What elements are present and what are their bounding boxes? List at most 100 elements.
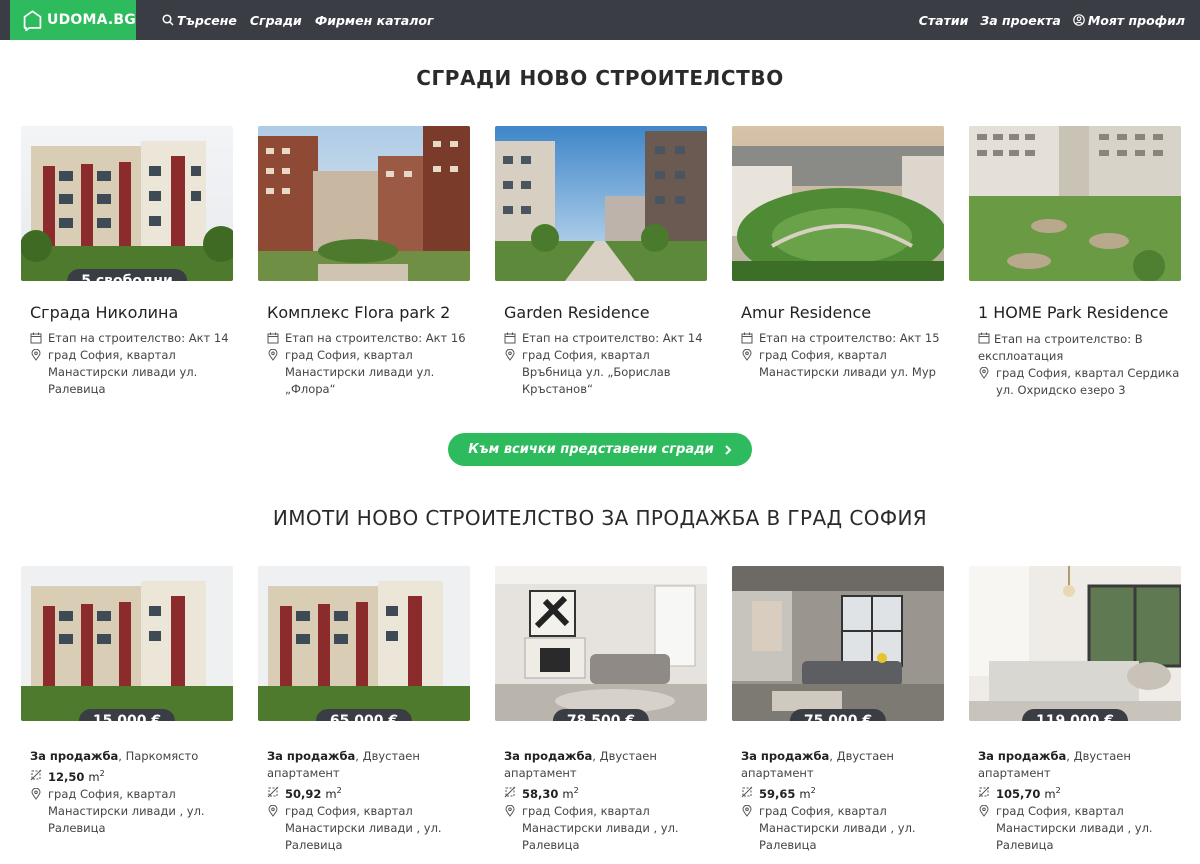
site-logo[interactable]: UDOMA.BG (10, 0, 136, 40)
location-pin-icon (979, 804, 989, 817)
property-card[interactable]: 119 000 € За продажба, Двустаен апартаме… (969, 566, 1181, 854)
listing-type: За продажба, Двустаен апартамент (978, 749, 1131, 780)
all-buildings-label: Към всички представени сгради (468, 442, 714, 457)
construction-stage: Етап на строителство: Акт 16 (267, 330, 470, 347)
user-icon (1073, 14, 1085, 26)
location-pin-icon (979, 367, 989, 379)
nav-search-label: Търсене (177, 12, 237, 28)
building-name[interactable]: 1 HOME Park Residence (978, 303, 1181, 322)
property-image[interactable]: 75 000 € (732, 566, 944, 721)
nav-search[interactable]: Търсене (162, 13, 237, 28)
nav-buildings[interactable]: Сгради (250, 13, 302, 28)
building-image[interactable] (969, 126, 1181, 281)
stage-text: Етап на строителство: Акт 14 (522, 331, 703, 345)
listing-type: За продажба, Двустаен апартамент (504, 749, 657, 780)
location-pin-icon (268, 804, 278, 817)
construction-stage: Етап на строителство: Акт 14 (504, 330, 707, 347)
property-area: 58,30 m2 (504, 782, 707, 803)
property-image[interactable]: 65 000 € (258, 566, 470, 721)
stage-text: Етап на строителство: Акт 15 (759, 331, 940, 345)
property-address: град София, квартал Манастирски ливади ,… (741, 803, 944, 854)
location-pin-icon (742, 804, 752, 817)
price-badge: 119 000 € (1022, 709, 1128, 721)
address-text: град София, квартал Манастирски ливади у… (759, 348, 936, 379)
location-pin-icon (31, 787, 41, 800)
area-icon (741, 787, 753, 798)
building-image[interactable] (732, 126, 944, 281)
building-address: град София, квартал Манастирски ливади у… (30, 347, 233, 398)
building-address: град София, квартал Връбница ул. „Борисл… (504, 347, 707, 398)
property-image[interactable]: 15 000 € (21, 566, 233, 721)
building-card[interactable]: 5 свободни Сграда Николина Етап на строи… (21, 126, 233, 399)
price-badge: 15 000 € (78, 709, 176, 721)
listing-type: За продажба, Двустаен апартамент (267, 749, 420, 780)
building-card[interactable]: Amur Residence Етап на строителство: Акт… (732, 126, 944, 399)
building-card[interactable]: Garden Residence Етап на строителство: А… (495, 126, 707, 399)
search-icon (162, 14, 174, 26)
property-address: град София, квартал Манастирски ливади ,… (30, 786, 233, 837)
price-badge: 65 000 € (315, 709, 413, 721)
section-title-properties: ИМОТИ НОВО СТРОИТЕЛСТВО ЗА ПРОДАЖБА В ГР… (272, 506, 928, 530)
property-image[interactable]: 78 500 € (495, 566, 707, 721)
building-card[interactable]: 1 HOME Park Residence Етап на строителст… (969, 126, 1181, 399)
calendar-icon (267, 332, 279, 344)
location-pin-icon (268, 349, 278, 361)
calendar-icon (504, 332, 516, 344)
properties-grid: 15 000 € За продажба, Паркомясто 12,50 m… (0, 566, 1200, 854)
building-name[interactable]: Garden Residence (504, 303, 707, 322)
location-pin-icon (742, 349, 752, 361)
top-navigation: UDOMA.BG Търсене Сгради Фирмен каталог С… (0, 0, 1200, 40)
construction-stage: Етап на строителство: В експлоатация (978, 330, 1181, 365)
construction-stage: Етап на строителство: Акт 14 (30, 330, 233, 347)
chevron-right-icon (725, 444, 732, 455)
property-card[interactable]: 65 000 € За продажба, Двустаен апартамен… (258, 566, 470, 854)
location-pin-icon (505, 804, 515, 817)
building-image[interactable] (258, 126, 470, 281)
address-text: град София, квартал Връбница ул. „Борисл… (522, 348, 671, 396)
calendar-icon (30, 332, 42, 344)
building-name[interactable]: Сграда Николина (30, 303, 233, 322)
area-icon (504, 787, 516, 798)
property-card[interactable]: 75 000 € За продажба, Двустаен апартамен… (732, 566, 944, 854)
building-card[interactable]: Комплекс Flora park 2 Етап на строителст… (258, 126, 470, 399)
building-name[interactable]: Amur Residence (741, 303, 944, 322)
calendar-icon (978, 332, 990, 344)
building-name[interactable]: Комплекс Flora park 2 (267, 303, 470, 322)
building-address: град София, квартал Сердика ул. Охридско… (978, 365, 1181, 399)
building-image[interactable]: 5 свободни (21, 126, 233, 281)
property-address: град София, квартал Манастирски ливади ,… (504, 803, 707, 854)
location-pin-icon (505, 349, 515, 361)
property-area: 105,70 m2 (978, 782, 1181, 803)
property-area: 50,92 m2 (267, 782, 470, 803)
area-icon (978, 787, 990, 798)
building-image[interactable] (495, 126, 707, 281)
section-title-buildings: СГРАДИ НОВО СТРОИТЕЛСТВО (416, 66, 784, 90)
all-buildings-button[interactable]: Към всички представени сгради (448, 433, 752, 466)
stage-text: Етап на строителство: Акт 14 (48, 331, 229, 345)
nav-about[interactable]: За проекта (980, 13, 1060, 28)
stage-text: Етап на строителство: Акт 16 (285, 331, 466, 345)
calendar-icon (741, 332, 753, 344)
logo-text: UDOMA.BG (47, 12, 136, 28)
construction-stage: Етап на строителство: Акт 15 (741, 330, 944, 347)
price-badge: 75 000 € (789, 709, 887, 721)
listing-type: За продажба, Паркомясто (30, 749, 199, 763)
building-address: град София, квартал Манастирски ливади у… (267, 347, 470, 398)
property-area: 59,65 m2 (741, 782, 944, 803)
area-icon (30, 770, 42, 781)
nav-articles[interactable]: Статии (919, 13, 969, 28)
free-units-badge: 5 свободни (67, 269, 187, 281)
address-text: град София, квартал Манастирски ливади у… (48, 348, 198, 396)
property-card[interactable]: 15 000 € За продажба, Паркомясто 12,50 m… (21, 566, 233, 854)
listing-type: За продажба, Двустаен апартамент (741, 749, 894, 780)
property-card[interactable]: 78 500 € За продажба, Двустаен апартамен… (495, 566, 707, 854)
nav-profile[interactable]: Моят профил (1073, 13, 1185, 28)
nav-company-catalog[interactable]: Фирмен каталог (315, 13, 434, 28)
area-icon (267, 787, 279, 798)
property-address: град София, квартал Манастирски ливади ,… (978, 803, 1181, 854)
property-address: град София, квартал Манастирски ливади ,… (267, 803, 470, 854)
location-pin-icon (31, 349, 41, 361)
property-image[interactable]: 119 000 € (969, 566, 1181, 721)
stage-text: Етап на строителство: В експлоатация (978, 332, 1143, 363)
address-text: град София, квартал Манастирски ливади у… (285, 348, 435, 396)
